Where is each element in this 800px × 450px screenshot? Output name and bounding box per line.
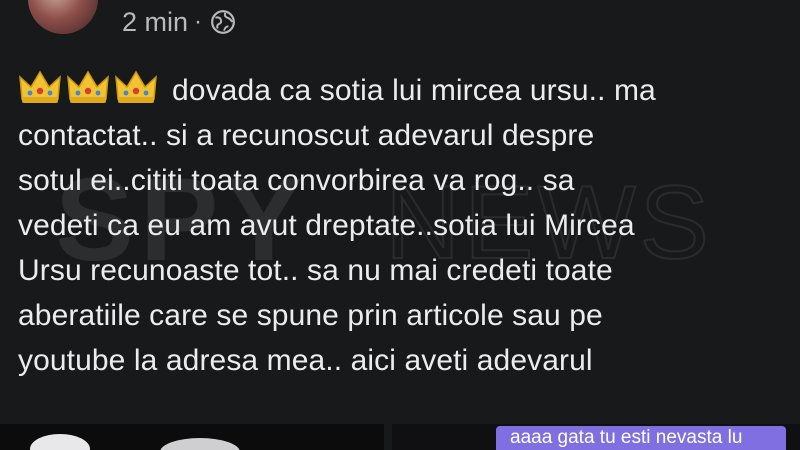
attachment-image-left[interactable] [0, 424, 388, 450]
post-line: Ursu recunoaste tot.. sa nu mai credeti … [18, 254, 613, 287]
crown-icon [19, 70, 61, 103]
chat-preview-bubble: aaaa gata tu esti nevasta lu [496, 426, 786, 450]
avatar[interactable] [28, 0, 98, 34]
attachment-gallery: aaaa gata tu esti nevasta lu [0, 424, 800, 450]
post-body: dovada ca sotia lui mircea ursu.. ma con… [18, 68, 788, 383]
post-line: sotul ei..cititi toata convorbirea va ro… [18, 164, 575, 197]
crown-icon [115, 70, 157, 103]
post-line: aberatiile care se spune prin articole s… [18, 299, 603, 332]
crown-icon [67, 70, 109, 103]
post-meta: 2 min · [122, 4, 236, 40]
crown-emoji-group [18, 68, 162, 113]
post-line: youtube la adresa mea.. aici aveti adeva… [18, 344, 593, 377]
post-timestamp[interactable]: 2 min [122, 7, 188, 38]
facebook-post-screen: 2 min · SPY NEWS dovada ca sotia lui mir… [0, 0, 800, 450]
post-line: vedeti ca eu am avut dreptate..sotia lui… [18, 209, 635, 242]
post-line: contactat.. si a recunoscut adevarul des… [18, 119, 595, 152]
meta-separator: · [194, 8, 203, 35]
thumb-highlight [30, 434, 90, 450]
thumb-highlight [160, 438, 240, 450]
globe-icon[interactable] [210, 9, 236, 35]
post-line: dovada ca sotia lui mircea ursu.. ma [172, 74, 656, 107]
